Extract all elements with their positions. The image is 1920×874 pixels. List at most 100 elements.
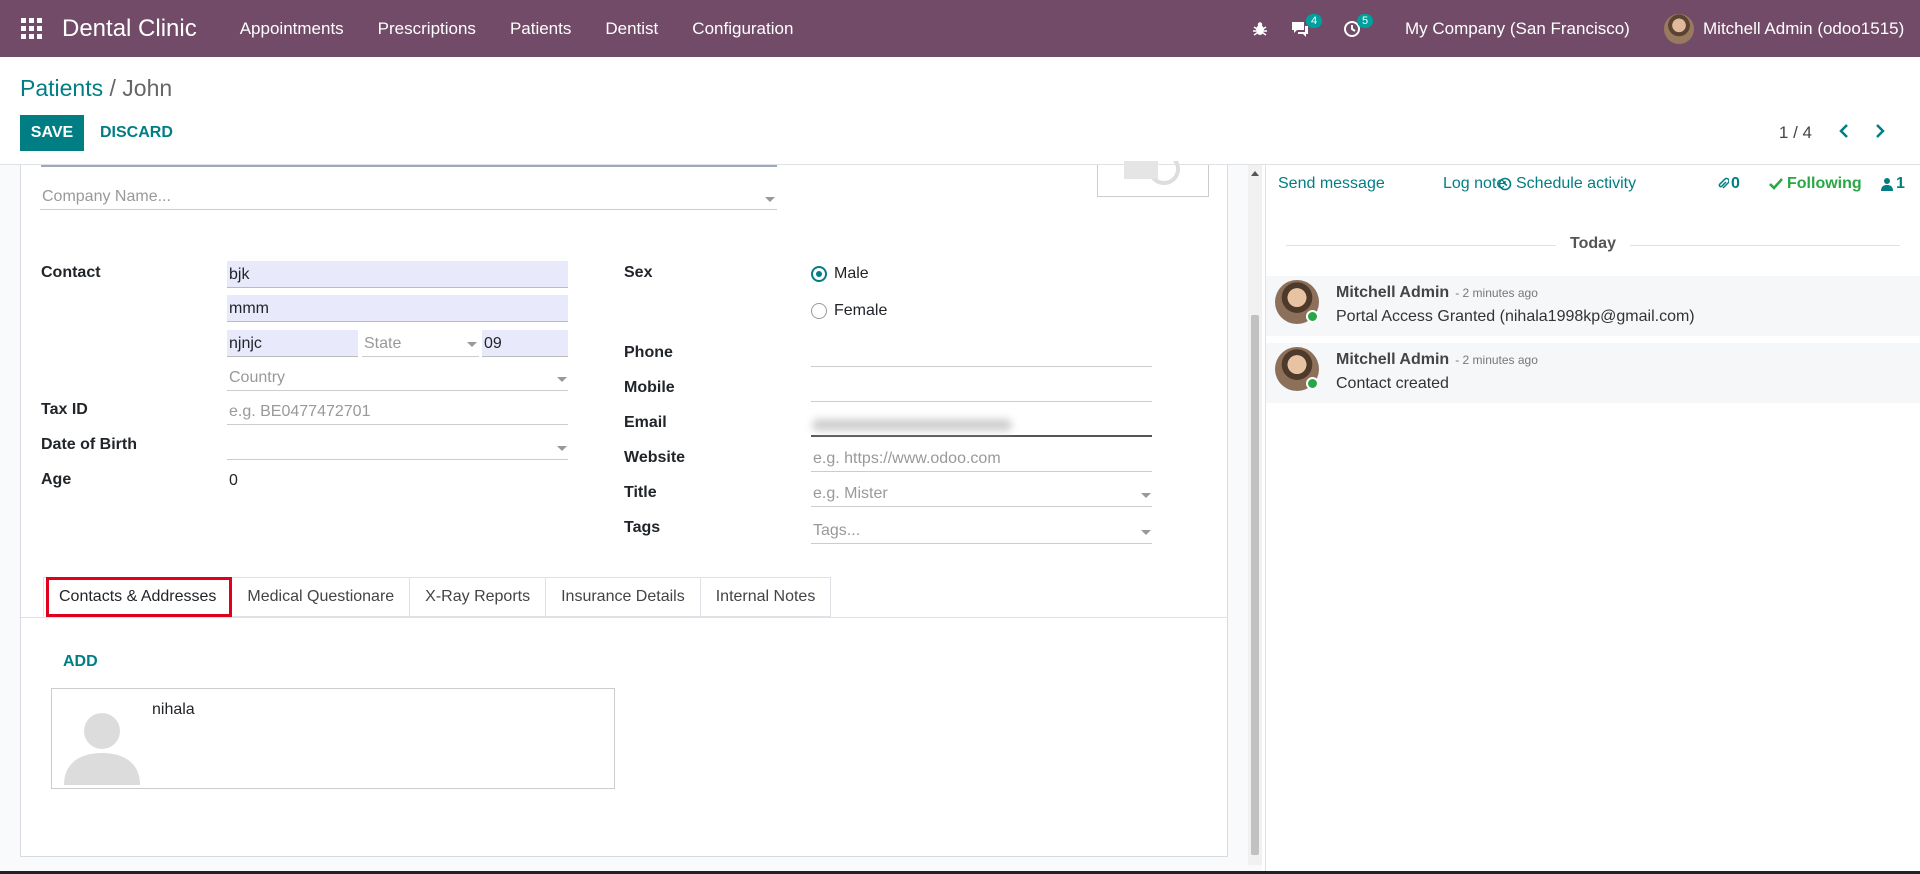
state-dropdown-icon[interactable] — [467, 342, 477, 347]
company-dropdown-icon[interactable] — [765, 197, 775, 202]
notebook-tabs: Contacts & Addresses Medical Questionare… — [43, 577, 832, 617]
tags-field[interactable]: Tags... — [811, 517, 1152, 544]
age-value: 0 — [229, 472, 238, 489]
country-dropdown-icon[interactable] — [557, 377, 567, 382]
breadcrumb-patients[interactable]: Patients — [20, 75, 103, 101]
message-time: - 2 minutes ago — [1455, 286, 1538, 300]
chatter-message: Mitchell Admin - 2 minutes ago Portal Acc… — [1266, 276, 1920, 336]
pager-next-icon[interactable] — [1874, 123, 1886, 143]
pager-previous-icon[interactable] — [1838, 123, 1850, 143]
title-field[interactable]: e.g. Mister — [811, 480, 1152, 507]
contact-card[interactable]: nihala — [51, 688, 615, 789]
sex-label: Sex — [624, 264, 653, 281]
menu-dentist[interactable]: Dentist — [605, 19, 658, 39]
messages-count-badge: 4 — [1306, 14, 1323, 28]
title-label: Title — [624, 484, 657, 501]
website-field[interactable]: e.g. https://www.odoo.com — [811, 445, 1152, 472]
menu-prescriptions[interactable]: Prescriptions — [378, 19, 476, 39]
taxid-label: Tax ID — [41, 401, 88, 418]
message-author[interactable]: Mitchell Admin — [1336, 351, 1449, 368]
street2-field[interactable]: mmm — [227, 295, 568, 322]
date-separator: Today — [1266, 235, 1920, 253]
contact-label: Contact — [41, 264, 101, 281]
image-placeholder[interactable] — [1097, 161, 1209, 197]
email-label: Email — [624, 414, 667, 431]
followers-button[interactable]: 1 — [1881, 175, 1905, 193]
website-label: Website — [624, 449, 686, 466]
tab-divider — [21, 617, 1228, 618]
title-dropdown-icon[interactable] — [1141, 493, 1151, 498]
street-field[interactable]: bjk — [227, 261, 568, 288]
app-title[interactable]: Dental Clinic — [62, 15, 197, 43]
activities-icon[interactable] — [1343, 0, 1361, 57]
sex-male-label[interactable]: Male — [832, 260, 869, 287]
send-message-button[interactable]: Send message — [1278, 175, 1385, 193]
tags-label: Tags — [624, 519, 661, 536]
scrollbar-thumb[interactable] — [1251, 315, 1259, 855]
sex-male-radio[interactable] — [811, 266, 827, 282]
tags-dropdown-icon[interactable] — [1141, 530, 1151, 535]
form-scrollbar[interactable] — [1248, 165, 1262, 865]
tab-xray-reports[interactable]: X-Ray Reports — [409, 577, 547, 617]
app-menu-icon[interactable] — [16, 14, 46, 44]
schedule-activity-label: Schedule activity — [1516, 175, 1637, 192]
schedule-activity-button[interactable]: Schedule activity — [1498, 175, 1636, 193]
following-button[interactable]: Following — [1769, 175, 1862, 193]
tab-contacts-addresses[interactable]: Contacts & Addresses — [43, 577, 233, 617]
followers-count: 1 — [1896, 175, 1905, 192]
dob-label: Date of Birth — [41, 436, 137, 453]
menu-appointments[interactable]: Appointments — [240, 19, 344, 39]
phone-field[interactable] — [811, 340, 1152, 367]
user-avatar — [1664, 13, 1694, 44]
attachments-button[interactable]: 0 — [1717, 175, 1740, 193]
city-field[interactable]: njnjc — [227, 330, 358, 357]
taxid-field[interactable]: e.g. BE0477472701 — [227, 398, 568, 425]
check-icon — [1769, 178, 1783, 190]
message-body: Contact created — [1336, 375, 1449, 392]
sex-female-radio[interactable] — [811, 303, 827, 319]
contact-avatar-placeholder-icon — [64, 713, 140, 785]
menu-configuration[interactable]: Configuration — [692, 19, 793, 39]
menu-patients[interactable]: Patients — [510, 19, 571, 39]
dob-field[interactable] — [227, 433, 568, 460]
log-note-button[interactable]: Log note — [1443, 175, 1505, 193]
sex-female-label[interactable]: Female — [832, 297, 887, 324]
age-label: Age — [41, 471, 72, 488]
email-redacted — [812, 419, 1012, 431]
top-navbar: Dental Clinic Appointments Prescriptions… — [0, 0, 1920, 57]
user-icon — [1881, 178, 1893, 191]
country-field[interactable]: Country — [227, 364, 568, 391]
message-time: - 2 minutes ago — [1455, 353, 1538, 367]
message-author[interactable]: Mitchell Admin — [1336, 284, 1449, 301]
paperclip-icon — [1718, 177, 1729, 189]
breadcrumb-current: John — [122, 75, 173, 101]
zip-field[interactable]: 09 — [482, 330, 568, 357]
control-panel: Patients / John SAVE DISCARD 1 / 4 — [0, 57, 1920, 165]
online-status-icon — [1306, 310, 1319, 323]
company-name-field[interactable]: Company Name... — [40, 183, 777, 210]
chatter-panel: Send message Log note Schedule activity … — [1265, 165, 1920, 874]
breadcrumb: Patients / John — [20, 75, 172, 102]
mobile-field[interactable] — [811, 375, 1152, 402]
phone-label: Phone — [624, 344, 673, 361]
messages-icon[interactable] — [1290, 0, 1310, 57]
discard-button[interactable]: DISCARD — [100, 115, 173, 151]
clock-icon — [1498, 177, 1512, 191]
activities-count-badge: 5 — [1357, 14, 1374, 28]
company-switcher[interactable]: My Company (San Francisco) — [1405, 0, 1630, 57]
pager-value[interactable]: 1 / 4 — [1779, 123, 1812, 143]
debug-icon[interactable] — [1252, 0, 1268, 57]
tab-insurance-details[interactable]: Insurance Details — [545, 577, 701, 617]
tab-medical-questionare[interactable]: Medical Questionare — [231, 577, 411, 617]
user-name: Mitchell Admin (odoo1515) — [1703, 18, 1905, 38]
dob-dropdown-icon[interactable] — [557, 446, 567, 451]
state-field[interactable]: State — [362, 330, 479, 357]
message-body: Portal Access Granted (nihala1998kp@gmai… — [1336, 308, 1695, 325]
tab-internal-notes[interactable]: Internal Notes — [699, 577, 832, 617]
scroll-up-arrow-icon[interactable] — [1251, 171, 1259, 176]
add-contact-button[interactable]: ADD — [63, 653, 98, 671]
contact-card-name: nihala — [152, 701, 195, 718]
chatter-message: Mitchell Admin - 2 minutes ago Contact cr… — [1266, 343, 1920, 403]
user-menu[interactable]: Mitchell Admin (odoo1515) — [1664, 0, 1904, 57]
save-button[interactable]: SAVE — [20, 115, 84, 151]
